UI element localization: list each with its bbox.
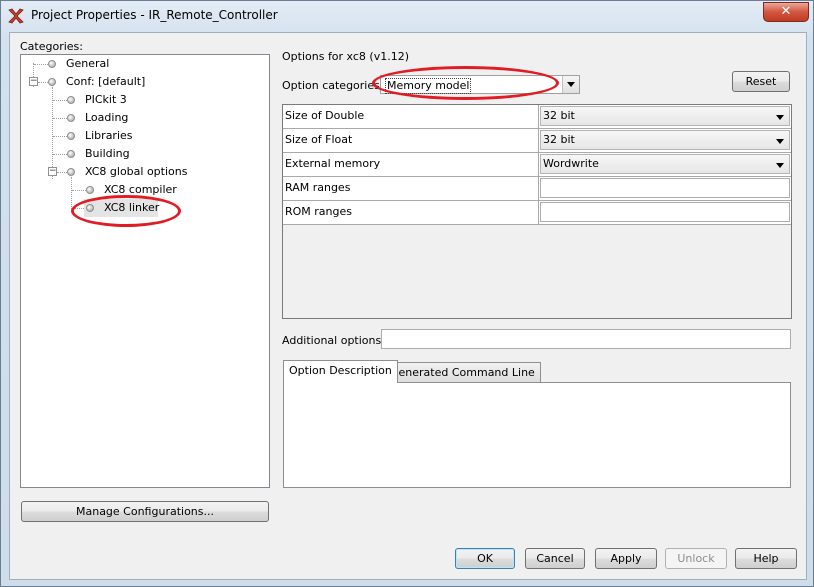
tree-connector — [72, 190, 86, 191]
ok-button[interactable]: OK — [455, 548, 515, 569]
additional-options-label: Additional options: — [282, 334, 385, 347]
apply-button[interactable]: Apply — [595, 548, 657, 569]
tree-item-label: XC8 linker — [104, 201, 160, 214]
tree-item-label: Conf: [default] — [66, 75, 146, 88]
title-bar: Project Properties - IR_Remote_Controlle… — [1, 1, 813, 31]
option-name-size-of-double: Size of Double — [283, 105, 539, 129]
categories-label: Categories: — [20, 40, 83, 53]
node-icon — [67, 114, 75, 122]
tree-connector — [38, 82, 48, 83]
window-title: Project Properties - IR_Remote_Controlle… — [31, 8, 278, 22]
tree-item-label: PICkit 3 — [85, 93, 127, 106]
tree-connector — [53, 100, 67, 101]
rom-ranges-field[interactable] — [539, 201, 791, 225]
option-categories-label: Option categories: — [282, 79, 384, 92]
node-icon — [48, 60, 56, 68]
tree-item-label: General — [66, 57, 110, 70]
node-icon — [48, 78, 56, 86]
tree-connector — [53, 118, 67, 119]
dropdown-button[interactable] — [562, 76, 579, 93]
node-icon — [67, 132, 75, 140]
dialog-body: Categories: General − Conf: [default] PI… — [9, 32, 807, 580]
tree-item-label: XC8 compiler — [104, 183, 177, 196]
size-of-double-value[interactable]: 32 bit — [540, 106, 790, 126]
tree-connector — [57, 172, 67, 173]
dialog-window: Project Properties - IR_Remote_Controlle… — [0, 0, 814, 587]
help-button[interactable]: Help — [735, 548, 797, 569]
tree-item-label: Libraries — [85, 129, 133, 142]
reset-button[interactable]: Reset — [732, 71, 790, 92]
manage-configurations-button[interactable]: Manage Configurations... — [21, 501, 269, 522]
size-of-float-text: 32 bit — [543, 133, 575, 146]
collapse-icon[interactable]: − — [29, 77, 38, 86]
tab-generated-command-line[interactable]: Generated Command Line — [384, 362, 541, 383]
tree-item-xc8-linker[interactable]: XC8 linker — [84, 199, 160, 217]
tree-connector — [53, 154, 67, 155]
close-icon: ✕ — [780, 4, 792, 19]
chevron-down-icon — [776, 115, 784, 120]
ram-ranges-field[interactable] — [539, 177, 791, 201]
node-icon — [86, 186, 94, 194]
size-of-double-text: 32 bit — [543, 109, 575, 122]
option-name-rom-ranges: ROM ranges — [283, 201, 539, 225]
close-button[interactable]: ✕ — [763, 2, 809, 22]
tree-connector — [71, 177, 72, 209]
option-name-external-memory: External memory — [283, 153, 539, 177]
option-name-size-of-float: Size of Float — [283, 129, 539, 153]
tree-item-label: Loading — [85, 111, 129, 124]
size-of-double-select[interactable]: 32 bit — [539, 105, 791, 129]
option-categories-select[interactable]: Memory model — [380, 75, 580, 94]
tree-item-label: XC8 global options — [85, 165, 188, 178]
chevron-down-icon — [776, 139, 784, 144]
node-icon — [67, 168, 75, 176]
size-of-float-select[interactable]: 32 bit — [539, 129, 791, 153]
additional-options-input[interactable] — [381, 329, 791, 349]
option-name-ram-ranges: RAM ranges — [283, 177, 539, 201]
tree-item-label: Building — [85, 147, 130, 160]
size-of-float-value[interactable]: 32 bit — [540, 130, 790, 150]
options-grid: Size of Double 32 bit Size of Float 32 b… — [282, 104, 792, 319]
tree-connector — [53, 136, 67, 137]
unlock-button[interactable]: Unlock — [665, 548, 727, 569]
collapse-icon[interactable]: − — [48, 167, 57, 176]
tree-connector — [34, 64, 48, 65]
node-icon — [67, 150, 75, 158]
external-memory-text: Wordwrite — [543, 157, 599, 170]
app-icon — [7, 7, 25, 25]
external-memory-select[interactable]: Wordwrite — [539, 153, 791, 177]
node-icon — [67, 96, 75, 104]
option-description-panel — [283, 382, 791, 488]
options-header: Options for xc8 (v1.12) — [282, 50, 410, 63]
cancel-button[interactable]: Cancel — [525, 548, 585, 569]
tab-option-description[interactable]: Option Description — [283, 360, 398, 383]
ram-ranges-input[interactable] — [540, 178, 790, 198]
option-categories-value: Memory model — [385, 78, 472, 94]
external-memory-value[interactable]: Wordwrite — [540, 154, 790, 174]
rom-ranges-input[interactable] — [540, 202, 790, 222]
categories-tree[interactable]: General − Conf: [default] PICkit 3 Loadi… — [20, 54, 270, 488]
node-icon — [86, 204, 94, 212]
chevron-down-icon — [776, 163, 784, 168]
chevron-down-icon — [567, 82, 575, 87]
